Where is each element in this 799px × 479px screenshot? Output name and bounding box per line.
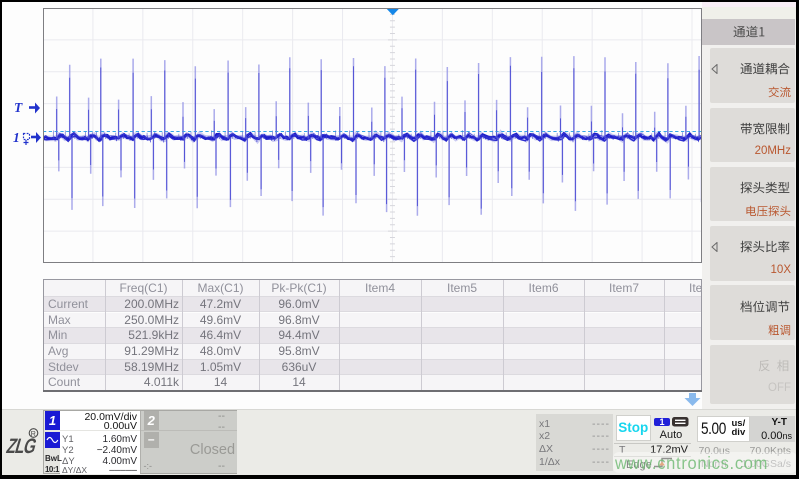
svg-text:R: R [31,431,36,438]
svg-text:T: T [14,100,23,115]
svg-text:1: 1 [13,130,20,145]
